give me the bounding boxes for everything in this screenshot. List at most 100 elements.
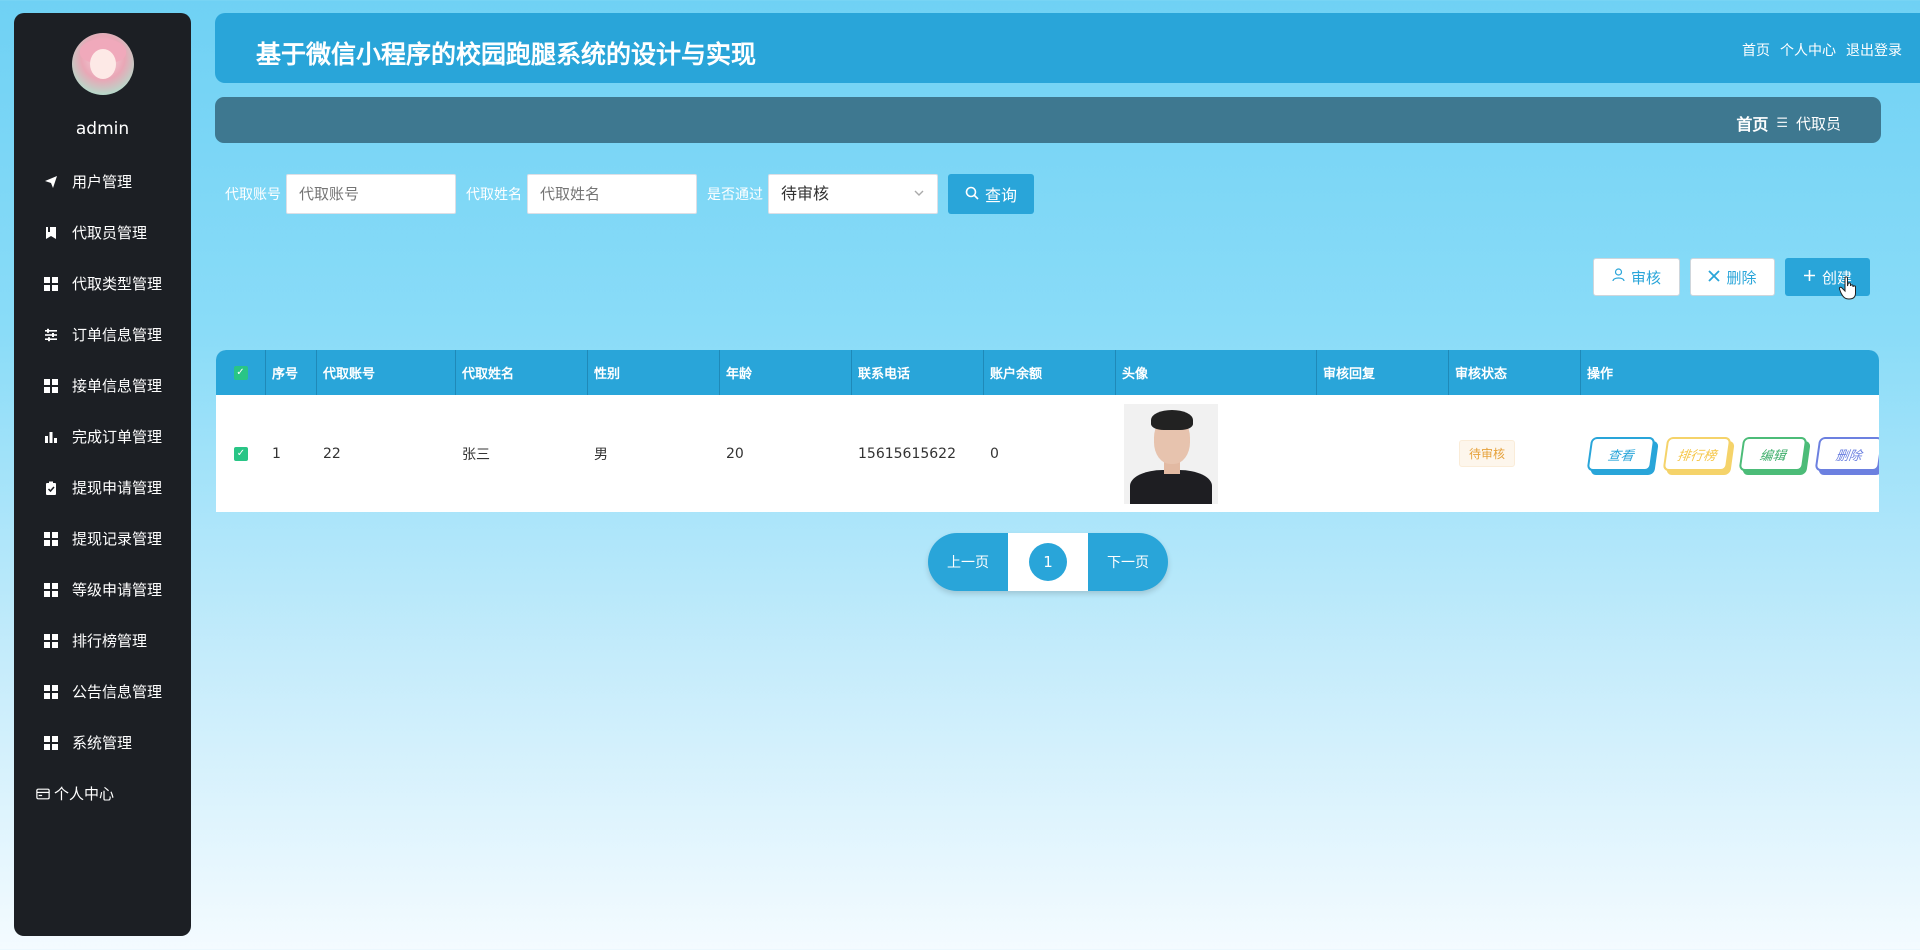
sidebar-item-label: 个人中心: [54, 785, 115, 803]
sidebar-item-withdraw-record[interactable]: 提现记录管理: [14, 513, 191, 564]
account-search-input[interactable]: [286, 174, 456, 214]
breadcrumb-separator-icon: ☰: [1776, 115, 1788, 131]
username: admin: [75, 119, 130, 139]
column-header-actions: 操作: [1587, 367, 1614, 382]
sidebar-item-order-management[interactable]: 订单信息管理: [14, 309, 191, 360]
sidebar-item-label: 接单信息管理: [72, 377, 163, 395]
photo-shirt: [1130, 469, 1212, 504]
bookmark-icon: [44, 226, 58, 240]
grid-icon: [44, 735, 58, 750]
header-links: 首页 个人中心 退出登录: [1742, 40, 1902, 60]
grid-icon: [44, 633, 58, 648]
sidebar-item-completed-management[interactable]: 完成订单管理: [14, 411, 191, 462]
sidebar-item-label: 系统管理: [72, 734, 133, 752]
clipboard-icon: [44, 481, 58, 495]
close-icon: [1708, 268, 1721, 286]
column-header-reply: 审核回复: [1317, 350, 1449, 395]
sidebar-item-system[interactable]: 系统管理: [14, 717, 191, 768]
sidebar-item-accept-management[interactable]: 接单信息管理: [14, 360, 191, 411]
page-number-button[interactable]: 1: [1029, 543, 1067, 581]
name-search-input[interactable]: [527, 174, 697, 214]
column-header-status: 审核状态: [1449, 350, 1581, 395]
name-label: 代取姓名: [466, 187, 522, 203]
pass-status-select[interactable]: 待审核: [768, 174, 938, 214]
header-link-logout[interactable]: 退出登录: [1846, 40, 1902, 60]
sidebar: admin 用户管理 代取员管理 代取类型管理 订单信息管理 接单信息管理 完成…: [14, 13, 191, 936]
sidebar-item-withdraw-apply[interactable]: 提现申请管理: [14, 462, 191, 513]
sidebar-item-type-management[interactable]: 代取类型管理: [14, 258, 191, 309]
top-header: 基于微信小程序的校园跑腿系统的设计与实现 首页 个人中心 退出登录: [215, 13, 1920, 83]
delete-button-label: 删除: [1726, 268, 1757, 287]
grid-icon: [44, 276, 58, 291]
column-header-avatar: 头像: [1116, 350, 1317, 395]
query-button[interactable]: 查询: [948, 174, 1034, 214]
cell-balance: 0: [990, 445, 999, 462]
sidebar-item-label: 订单信息管理: [72, 326, 163, 344]
sidebar-item-level-apply[interactable]: 等级申请管理: [14, 564, 191, 615]
send-icon: [44, 175, 58, 189]
sidebar-item-label: 代取员管理: [72, 224, 148, 242]
select-all-checkbox[interactable]: ✓: [233, 365, 248, 380]
row-select-cell: ✓: [216, 395, 266, 512]
column-header-account: 代取账号: [317, 350, 456, 395]
review-button[interactable]: 审核: [1593, 258, 1680, 296]
page-number-container: 1: [1008, 533, 1088, 591]
sidebar-item-courier-management[interactable]: 代取员管理: [14, 207, 191, 258]
sidebar-item-label: 排行榜管理: [72, 632, 148, 650]
row-checkbox[interactable]: ✓: [234, 446, 248, 461]
table-header: ✓ 序号 代取账号 代取姓名 性别 年龄 联系电话 账户余额 头像 审核回复 审…: [216, 350, 1879, 395]
bar-chart-icon: [44, 430, 58, 444]
prev-page-button[interactable]: 上一页: [928, 552, 1008, 572]
search-form: 代取账号 代取姓名 是否通过 待审核 查询: [225, 174, 1034, 214]
status-badge: 待审核: [1459, 440, 1516, 467]
review-button-label: 审核: [1630, 268, 1661, 287]
cell-actions: 查看 排行榜 编辑 删除: [1581, 395, 1879, 512]
header-link-home[interactable]: 首页: [1742, 40, 1770, 60]
breadcrumb-current: 代取员: [1795, 114, 1841, 133]
sidebar-item-label: 提现申请管理: [72, 479, 163, 497]
sidebar-item-personal-center[interactable]: 个人中心: [14, 768, 191, 819]
breadcrumb: 首页 ☰ 代取员: [1736, 111, 1841, 135]
breadcrumb-home[interactable]: 首页: [1736, 111, 1768, 135]
action-buttons: 审核 删除 创建: [1593, 258, 1870, 296]
pass-status-value: 待审核: [781, 184, 830, 203]
plus-icon: [1803, 268, 1816, 286]
cell-account: 22: [323, 445, 341, 462]
avatar-photo: [1124, 403, 1218, 504]
avatar[interactable]: [72, 33, 134, 95]
sidebar-item-label: 提现记录管理: [72, 530, 163, 548]
table-row: ✓ 1 22 张三 男 20 15615615622 0 待审核 查看 排行榜 …: [216, 395, 1879, 512]
courier-table: ✓ 序号 代取账号 代取姓名 性别 年龄 联系电话 账户余额 头像 审核回复 审…: [216, 350, 1879, 512]
view-button[interactable]: 查看: [1586, 436, 1656, 471]
cell-name: 张三: [462, 446, 490, 463]
sidebar-item-notice[interactable]: 公告信息管理: [14, 666, 191, 717]
header-link-personal-center[interactable]: 个人中心: [1780, 40, 1836, 60]
next-page-button[interactable]: 下一页: [1088, 552, 1168, 572]
column-header-balance: 账户余额: [984, 350, 1116, 395]
sidebar-item-label: 代取类型管理: [72, 275, 163, 293]
sidebar-item-ranking[interactable]: 排行榜管理: [14, 615, 191, 666]
grid-icon: [44, 684, 58, 699]
pass-label: 是否通过: [707, 187, 763, 203]
account-label: 代取账号: [225, 187, 281, 203]
sidebar-item-label: 等级申请管理: [72, 581, 163, 599]
sidebar-item-user-management[interactable]: 用户管理: [14, 156, 191, 207]
cell-phone: 15615615622: [858, 445, 956, 462]
page-title: 基于微信小程序的校园跑腿系统的设计与实现: [256, 40, 757, 69]
photo-hair: [1151, 409, 1193, 430]
delete-button[interactable]: 删除: [1690, 258, 1775, 296]
pagination: 上一页 1 下一页: [928, 533, 1168, 591]
column-header-name: 代取姓名: [456, 350, 588, 395]
edit-button[interactable]: 编辑: [1738, 436, 1808, 471]
row-delete-button[interactable]: 删除: [1814, 436, 1879, 471]
hand-cursor-icon: [1838, 276, 1858, 305]
avatar-face: [90, 49, 116, 79]
sliders-icon: [44, 328, 58, 342]
ranking-button[interactable]: 排行榜: [1662, 436, 1732, 471]
cell-sex: 男: [594, 446, 608, 463]
grid-icon: [44, 378, 58, 393]
cell-age: 20: [726, 445, 744, 462]
card-icon: [36, 787, 50, 801]
cell-no: 1: [272, 445, 281, 462]
search-icon: [965, 185, 979, 204]
